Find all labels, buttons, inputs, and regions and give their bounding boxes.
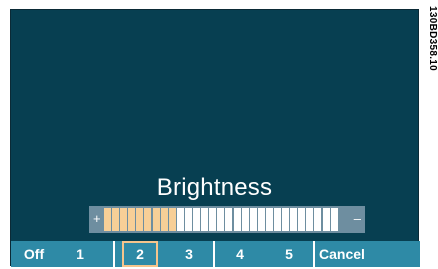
plus-icon: + — [93, 211, 101, 226]
slider-segment-empty — [184, 208, 192, 231]
dialog-title: Brightness — [156, 174, 273, 201]
slider-segment-empty — [290, 208, 298, 231]
softkey-4[interactable]: 4 — [215, 241, 265, 267]
slider-segment-empty — [282, 208, 290, 231]
slider-segment-empty — [241, 208, 249, 231]
slider-segment-filled — [160, 208, 168, 231]
softkey-1[interactable]: 1 — [47, 241, 115, 267]
slider-segment-empty — [249, 208, 257, 231]
slider-segment-empty — [217, 208, 225, 231]
softkey-off-label: Off — [23, 246, 45, 262]
softkey-3[interactable]: 3 — [165, 241, 215, 267]
softkey-2-label: 2 — [122, 241, 158, 267]
slider-segment-empty — [306, 208, 314, 231]
slider-segment-empty — [298, 208, 306, 231]
slider-segment-empty — [314, 208, 322, 231]
slider-segment-filled — [136, 208, 144, 231]
slider-segments — [104, 208, 339, 231]
slider-segment-filled — [112, 208, 120, 231]
softkey-5-label: 5 — [285, 246, 293, 262]
slider-segment-filled — [104, 208, 111, 231]
softkey-4-label: 4 — [236, 246, 244, 262]
softkey-cancel[interactable]: Cancel — [315, 241, 371, 267]
softkey-1-label: 1 — [76, 246, 84, 262]
softkey-bar: Off 1 2 3 4 5 Cancel — [11, 241, 420, 267]
softkey-5[interactable]: 5 — [265, 241, 315, 267]
slider-segment-empty — [209, 208, 217, 231]
slider-segment-empty — [322, 208, 330, 231]
softkey-cancel-label: Cancel — [319, 246, 365, 262]
slider-segment-filled — [128, 208, 136, 231]
slider-segment-filled — [120, 208, 128, 231]
brightness-slider[interactable]: + – — [89, 206, 365, 233]
slider-segment-filled — [152, 208, 160, 231]
slider-segment-empty — [273, 208, 281, 231]
slider-segment-empty — [176, 208, 184, 231]
softkey-3-label: 3 — [185, 246, 193, 262]
slider-segment-empty — [233, 208, 241, 231]
slider-segment-empty — [193, 208, 201, 231]
softkey-2[interactable]: 2 — [115, 241, 165, 267]
slider-segment-empty — [201, 208, 209, 231]
slider-segment-filled — [168, 208, 176, 231]
softkey-off[interactable]: Off — [11, 241, 47, 267]
minus-icon: – — [353, 211, 361, 226]
display-screen: Brightness + – Off 1 2 3 4 5 Cancel — [10, 9, 420, 267]
document-reference-code: 130BD358.10 — [427, 6, 438, 72]
slider-segment-empty — [225, 208, 233, 231]
slider-segment-filled — [144, 208, 152, 231]
slider-segment-empty — [265, 208, 273, 231]
slider-segment-empty — [257, 208, 265, 231]
slider-segment-empty — [330, 208, 338, 231]
